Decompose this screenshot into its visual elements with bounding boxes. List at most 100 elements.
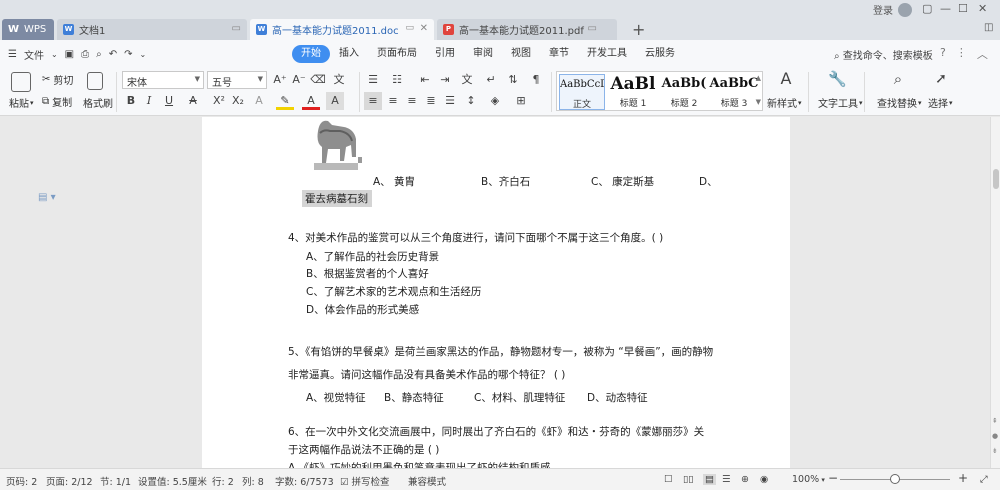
minimize-icon[interactable]: — (940, 2, 951, 15)
tab-references[interactable]: 引用 (426, 45, 464, 63)
tab-home[interactable]: 开始 (292, 45, 330, 63)
bullet-list-icon[interactable]: ☰ (364, 71, 382, 89)
bold-icon[interactable]: B (122, 92, 140, 110)
close-tab-icon[interactable]: ✕ (420, 23, 428, 34)
next-page-icon[interactable]: ⇟ (992, 447, 998, 455)
increase-indent-icon[interactable]: ⇥ (436, 71, 454, 89)
chinese-layout-icon[interactable]: 文 (458, 71, 476, 89)
cursor-icon[interactable]: ➚ (932, 70, 950, 88)
status-word-count[interactable]: 字数: 6/7573 (275, 474, 334, 488)
document-page[interactable]: A、 黄胄 B、齐白石 C、 康定斯基 D、 霍去病墓石刻 4、对美术作品的鉴赏… (202, 117, 790, 468)
save-icon[interactable]: ▣ (65, 49, 74, 60)
zoom-slider-handle[interactable] (890, 474, 900, 484)
find-replace-button[interactable]: 查找替换 ▾ (877, 95, 922, 111)
align-left-icon[interactable]: ≡ (364, 92, 382, 110)
font-name-select[interactable]: 宋体 ▼ (122, 71, 204, 89)
style-normal[interactable]: AaBbCcDd 正文 (559, 74, 605, 110)
file-menu-dropdown-icon[interactable]: ⌄ (51, 50, 58, 59)
protect-view-icon[interactable]: ☐ (664, 474, 673, 485)
phonetic-guide-icon[interactable]: 文 (330, 71, 348, 89)
more-options-icon[interactable]: ⋮ (956, 46, 967, 62)
select-browse-object-icon[interactable]: ● (992, 432, 998, 440)
menu-hamburger-icon[interactable]: ☰ (8, 49, 17, 60)
italic-icon[interactable]: I (140, 92, 158, 110)
zoom-level[interactable]: 100% ▾ (792, 474, 825, 485)
wrench-icon[interactable]: 🔧 (828, 70, 847, 88)
new-style-button[interactable]: 新样式 ▾ (767, 95, 802, 111)
find-icon[interactable]: ⌕ (889, 70, 907, 88)
format-painter-button[interactable]: 格式刷 (83, 95, 113, 110)
borders-icon[interactable]: ⊞ (512, 92, 530, 110)
sidebar-toggle-icon[interactable]: ◫ (984, 22, 993, 33)
vertical-scrollbar[interactable]: ⇞ ● ⇟ (990, 117, 1000, 468)
align-right-icon[interactable]: ≡ (403, 92, 421, 110)
new-style-icon[interactable]: A (776, 70, 796, 88)
spell-check-button[interactable]: ☑ 拼写检查 (340, 474, 390, 488)
line-spacing-icon[interactable]: ↕ (462, 92, 480, 110)
undo-icon[interactable]: ↶ (109, 49, 117, 60)
strikethrough-icon[interactable]: A (184, 92, 202, 110)
decrease-indent-icon[interactable]: ⇤ (416, 71, 434, 89)
prev-page-icon[interactable]: ⇞ (992, 417, 998, 425)
copy-button[interactable]: ⧉ 复制 (42, 94, 72, 109)
tab-pdf-document[interactable]: P 高一基本能力试题2011.pdf ▭ (437, 19, 617, 40)
tab-wps-home[interactable]: W WPS (2, 19, 54, 40)
eye-protection-icon[interactable]: ◉ (760, 474, 768, 485)
tab-page-layout[interactable]: 页面布局 (368, 45, 426, 63)
customize-toolbar-icon[interactable]: ⌄ (140, 50, 147, 59)
tab-document-active[interactable]: W 高一基本能力试题2011.doc ▭ ✕ (250, 19, 434, 40)
tab-developer[interactable]: 开发工具 (578, 45, 636, 63)
page-view-icon[interactable]: ▤ (703, 474, 716, 485)
select-button[interactable]: 选择 ▾ (928, 95, 953, 111)
shrink-font-icon[interactable]: A⁻ (290, 71, 308, 89)
numbered-list-icon[interactable]: ☷ (388, 71, 406, 89)
superscript-icon[interactable]: X² (210, 92, 228, 110)
tab-chapter[interactable]: 章节 (540, 45, 578, 63)
web-view-icon[interactable]: ⊕ (741, 474, 749, 485)
tab-document-1[interactable]: W 文档1 ▭ (57, 19, 247, 40)
print-preview-icon[interactable]: ⌕ (96, 49, 102, 60)
close-window-icon[interactable]: ✕ (978, 2, 987, 15)
scrollbar-thumb[interactable] (993, 169, 999, 189)
outline-view-icon[interactable]: ☰ (722, 474, 731, 485)
clear-format-icon[interactable]: ⌫ (309, 71, 327, 89)
text-tools-button[interactable]: 文字工具 ▾ (818, 95, 863, 111)
text-effect-icon[interactable]: A (250, 92, 268, 110)
collapse-ribbon-icon[interactable]: ︿ (977, 46, 988, 62)
font-color-icon[interactable]: A (302, 92, 320, 110)
reading-layout-icon[interactable]: ▯▯ (683, 474, 693, 485)
char-shading-icon[interactable]: A (326, 92, 344, 110)
shading-icon[interactable]: ◈ (486, 92, 504, 110)
tab-review[interactable]: 审阅 (464, 45, 502, 63)
zoom-in-button[interactable]: + (958, 471, 968, 485)
paragraph-mark-icon[interactable]: ¶ (527, 71, 545, 89)
styles-scroll-up-icon[interactable]: ▲ (756, 74, 761, 82)
underline-icon[interactable]: U (160, 92, 178, 110)
help-icon[interactable]: ? (940, 46, 946, 62)
zoom-out-button[interactable]: − (828, 471, 838, 485)
fit-window-icon[interactable]: ⤢ (980, 474, 988, 485)
align-center-icon[interactable]: ≡ (384, 92, 402, 110)
redo-icon[interactable]: ↷ (124, 49, 132, 60)
cut-button[interactable]: ✂ 剪切 (42, 72, 73, 87)
document-area[interactable]: A、 黄胄 B、齐白石 C、 康定斯基 D、 霍去病墓石刻 4、对美术作品的鉴赏… (0, 117, 990, 468)
tab-cloud-service[interactable]: 云服务 (636, 45, 684, 63)
status-pages[interactable]: 页面: 2/12 (46, 474, 93, 488)
print-icon[interactable]: ⎙ (81, 49, 89, 60)
paste-icon[interactable] (11, 72, 31, 92)
highlight-icon[interactable]: ✎ (276, 92, 294, 110)
login-button[interactable]: 登录 (873, 2, 912, 17)
maximize-icon[interactable]: ☐ (958, 2, 968, 15)
file-menu[interactable]: 文件 (24, 47, 44, 62)
distributed-align-icon[interactable]: ☰ (441, 92, 459, 110)
grow-font-icon[interactable]: A⁺ (271, 71, 289, 89)
skin-icon[interactable]: ▢ (922, 2, 932, 15)
styles-more-icon[interactable]: ▼ (756, 98, 761, 106)
command-search[interactable]: ⌕ 查找命令、搜索模板 (834, 47, 933, 62)
stone-horse-image[interactable] (310, 117, 362, 173)
sort-icon[interactable]: ⇅ (504, 71, 522, 89)
style-heading-3[interactable]: AaBbC 标题 3 (708, 74, 760, 110)
q3-option-d-text-selected[interactable]: 霍去病墓石刻 (302, 190, 372, 207)
paste-button[interactable]: 粘贴 ▾ (9, 95, 34, 111)
tab-insert[interactable]: 插入 (330, 45, 368, 63)
